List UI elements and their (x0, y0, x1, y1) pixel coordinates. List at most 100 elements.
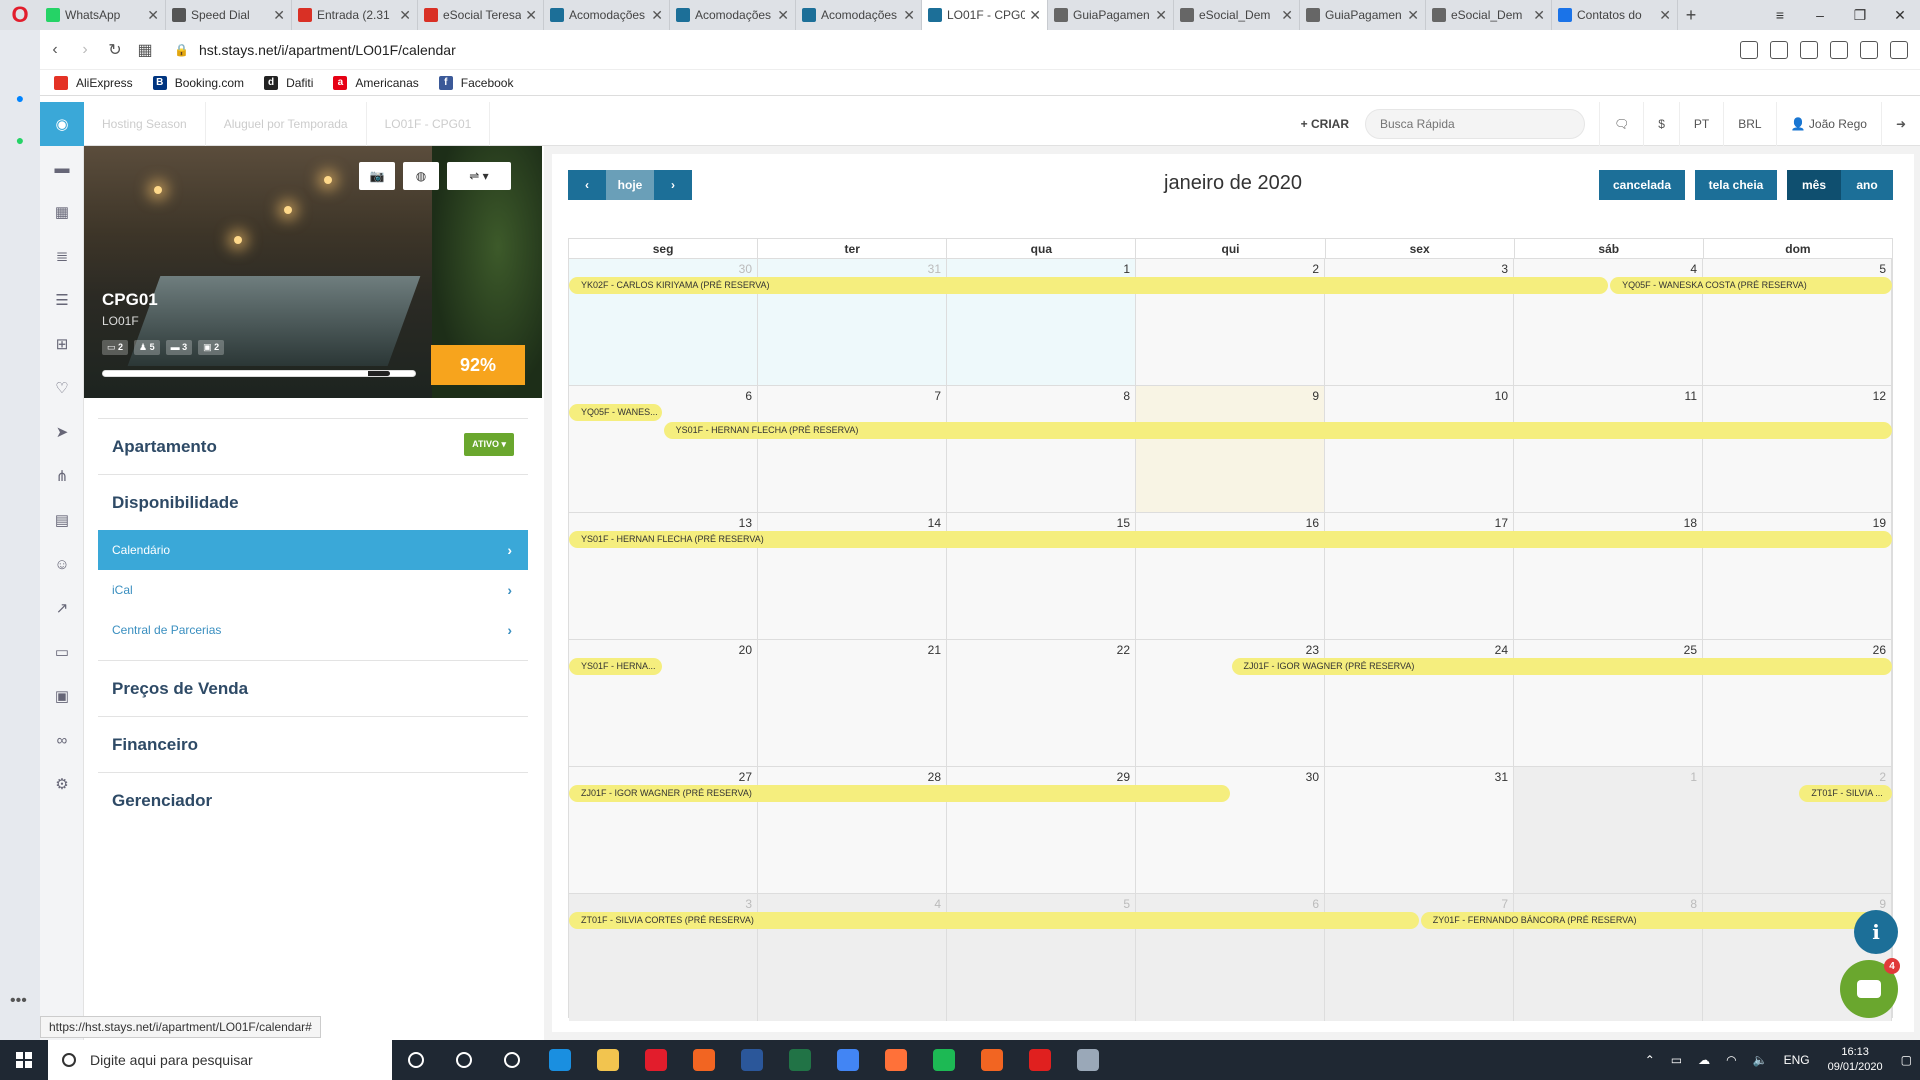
menu-item[interactable]: Central de Parcerias › (98, 610, 528, 650)
settings-gear-icon[interactable]: ⚙ (40, 762, 84, 806)
fullscreen-button[interactable]: tela cheia (1695, 170, 1777, 200)
reservation-event[interactable]: YQ05F - WANESKA COSTA (PRÉ RESERVA) (1610, 277, 1892, 294)
mail-icon[interactable] (488, 1040, 536, 1080)
bookmark-item[interactable]: d Dafiti (264, 75, 313, 90)
clock[interactable]: 16:13 09/01/2020 (1818, 1045, 1893, 1075)
close-tab-icon[interactable]: ✕ (273, 7, 285, 24)
dashboard-icon[interactable]: ◉ (40, 102, 84, 146)
messenger-icon[interactable]: ● (10, 88, 30, 108)
heart-outline-icon[interactable]: ♡ (40, 366, 84, 410)
taskbar-search[interactable]: Digite aqui para pesquisar (48, 1040, 392, 1080)
browser-tab[interactable]: Acomodações ✕ (670, 0, 796, 30)
reservation-event[interactable]: ZJ01F - IGOR WAGNER (PRÉ RESERVA) (1231, 658, 1892, 675)
spotify-icon[interactable] (920, 1040, 968, 1080)
section-disponibilidade[interactable]: Disponibilidade (98, 474, 528, 530)
forward-button[interactable]: › (70, 41, 100, 59)
heart-icon[interactable] (1830, 40, 1848, 59)
calendar-day[interactable]: 10 (1325, 386, 1514, 512)
calendar-day[interactable]: 7 (758, 386, 947, 512)
quick-search-input[interactable] (1365, 109, 1585, 139)
maximize-button[interactable]: ❐ (1840, 0, 1880, 30)
menu-icon[interactable] (1890, 40, 1908, 59)
breadcrumb-item[interactable]: Aluguel por Temporada (206, 101, 367, 146)
tab-menu-icon[interactable]: ≡ (1760, 0, 1800, 30)
close-tab-icon[interactable]: ✕ (399, 7, 411, 24)
send-icon[interactable] (1800, 40, 1818, 59)
tabs-grid-icon[interactable]: ▦ (130, 40, 160, 60)
browser-tab[interactable]: Speed Dial ✕ (166, 0, 292, 30)
firefox-icon[interactable] (872, 1040, 920, 1080)
calendar-day[interactable]: 22 (947, 640, 1136, 766)
close-tab-icon[interactable]: ✕ (903, 7, 915, 24)
browser-tab[interactable]: eSocial_Dem ✕ (1426, 0, 1552, 30)
browser-tab[interactable]: Entrada (2.31 ✕ (292, 0, 418, 30)
browser-tab[interactable]: eSocial_Dem ✕ (1174, 0, 1300, 30)
calendar-day[interactable]: 31 (1325, 767, 1514, 893)
close-tab-icon[interactable]: ✕ (1029, 7, 1041, 24)
wifi-icon[interactable]: ◠ (1718, 1053, 1744, 1067)
year-view-button[interactable]: ano (1841, 170, 1893, 200)
monitor-icon[interactable]: ▭ (40, 630, 84, 674)
chat-icon[interactable]: 🗨 (1599, 102, 1643, 146)
browser-tab[interactable]: eSocial Teresa ✕ (418, 0, 544, 30)
browser-tab[interactable]: LO01F - CPG0 ✕ (922, 0, 1048, 30)
status-dropdown[interactable]: ATIVO ▾ (464, 433, 514, 456)
prev-month-button[interactable]: ‹ (568, 170, 606, 200)
section-financeiro[interactable]: Financeiro (98, 716, 528, 772)
opera-icon[interactable] (632, 1040, 680, 1080)
cancelled-button[interactable]: cancelada (1599, 170, 1685, 200)
chat-button[interactable]: 4 (1840, 958, 1900, 1018)
next-month-button[interactable]: › (654, 170, 692, 200)
cloud-icon[interactable]: ☁ (1690, 1053, 1718, 1067)
reservation-event[interactable]: ZY01F - FERNANDO BÁNCORA (PRÉ RESERVA) (1420, 912, 1892, 929)
logout-icon[interactable]: ➜ (1880, 102, 1920, 146)
camera-icon[interactable]: 📷 (359, 162, 395, 190)
opera-logo-icon[interactable]: O (0, 0, 40, 30)
minimize-button[interactable]: – (1800, 0, 1840, 30)
app-orange2-icon[interactable] (968, 1040, 1016, 1080)
browser-tab[interactable]: Acomodações ✕ (544, 0, 670, 30)
battery-icon[interactable]: ▭ (1663, 1053, 1690, 1067)
reservation-event[interactable]: ZT01F - SILVIA CORTES (PRÉ RESERVA) (569, 912, 1419, 929)
globe-icon[interactable]: ◍ (403, 162, 439, 190)
app-orange-icon[interactable] (680, 1040, 728, 1080)
reservation-event[interactable]: ZT01F - SILVIA ... (1799, 785, 1892, 802)
volume-icon[interactable]: 🔈 (1745, 1053, 1776, 1067)
chart-icon[interactable]: ↗ (40, 586, 84, 630)
close-tab-icon[interactable]: ✕ (1407, 7, 1419, 24)
list-icon[interactable]: ☰ (40, 278, 84, 322)
language-indicator[interactable]: ENG (1776, 1053, 1818, 1067)
bed-icon[interactable]: ▬ (40, 146, 84, 190)
link-icon[interactable]: ∞ (40, 718, 84, 762)
browser-tab[interactable]: GuiaPagamen ✕ (1300, 0, 1426, 30)
section-precos[interactable]: Preços de Venda (98, 660, 528, 716)
money-icon[interactable]: ▣ (40, 674, 84, 718)
currency-symbol-button[interactable]: $ (1643, 102, 1679, 146)
close-tab-icon[interactable]: ✕ (525, 7, 537, 24)
adblock-icon[interactable] (1770, 40, 1788, 59)
grid-icon[interactable]: ⊞ (40, 322, 84, 366)
info-button[interactable]: i (1854, 910, 1898, 954)
browser-tab[interactable]: WhatsApp ✕ (40, 0, 166, 30)
options-dropdown-icon[interactable]: ⇌ ▾ (447, 162, 511, 190)
browser-tab[interactable]: Acomodações ✕ (796, 0, 922, 30)
menu-item[interactable]: Calendário › (98, 530, 528, 570)
explorer-icon[interactable] (584, 1040, 632, 1080)
send-icon[interactable]: ➤ (40, 410, 84, 454)
download-icon[interactable] (1860, 40, 1878, 59)
calendar-day[interactable]: 11 (1514, 386, 1703, 512)
currency-button[interactable]: BRL (1723, 102, 1775, 146)
calendar-icon[interactable]: ▦ (40, 190, 84, 234)
url-field[interactable]: hst.stays.net/i/apartment/LO01F/calendar (199, 42, 456, 58)
windows-start-icon[interactable] (0, 1040, 48, 1080)
notifications-icon[interactable]: ▢ (1893, 1053, 1920, 1067)
table-icon[interactable]: ▤ (40, 498, 84, 542)
close-tab-icon[interactable]: ✕ (1659, 7, 1671, 24)
language-button[interactable]: PT (1678, 102, 1723, 146)
reservation-event[interactable]: YQ05F - WANES... (569, 404, 662, 421)
breadcrumb-item[interactable]: Hosting Season (84, 101, 206, 146)
user-menu[interactable]: 👤 João Rego (1775, 102, 1881, 146)
calendar-day[interactable]: 1 (1514, 767, 1703, 893)
bookmark-item[interactable]: AliExpress (54, 75, 133, 90)
reservation-event[interactable]: YK02F - CARLOS KIRIYAMA (PRÉ RESERVA) (569, 277, 1609, 294)
